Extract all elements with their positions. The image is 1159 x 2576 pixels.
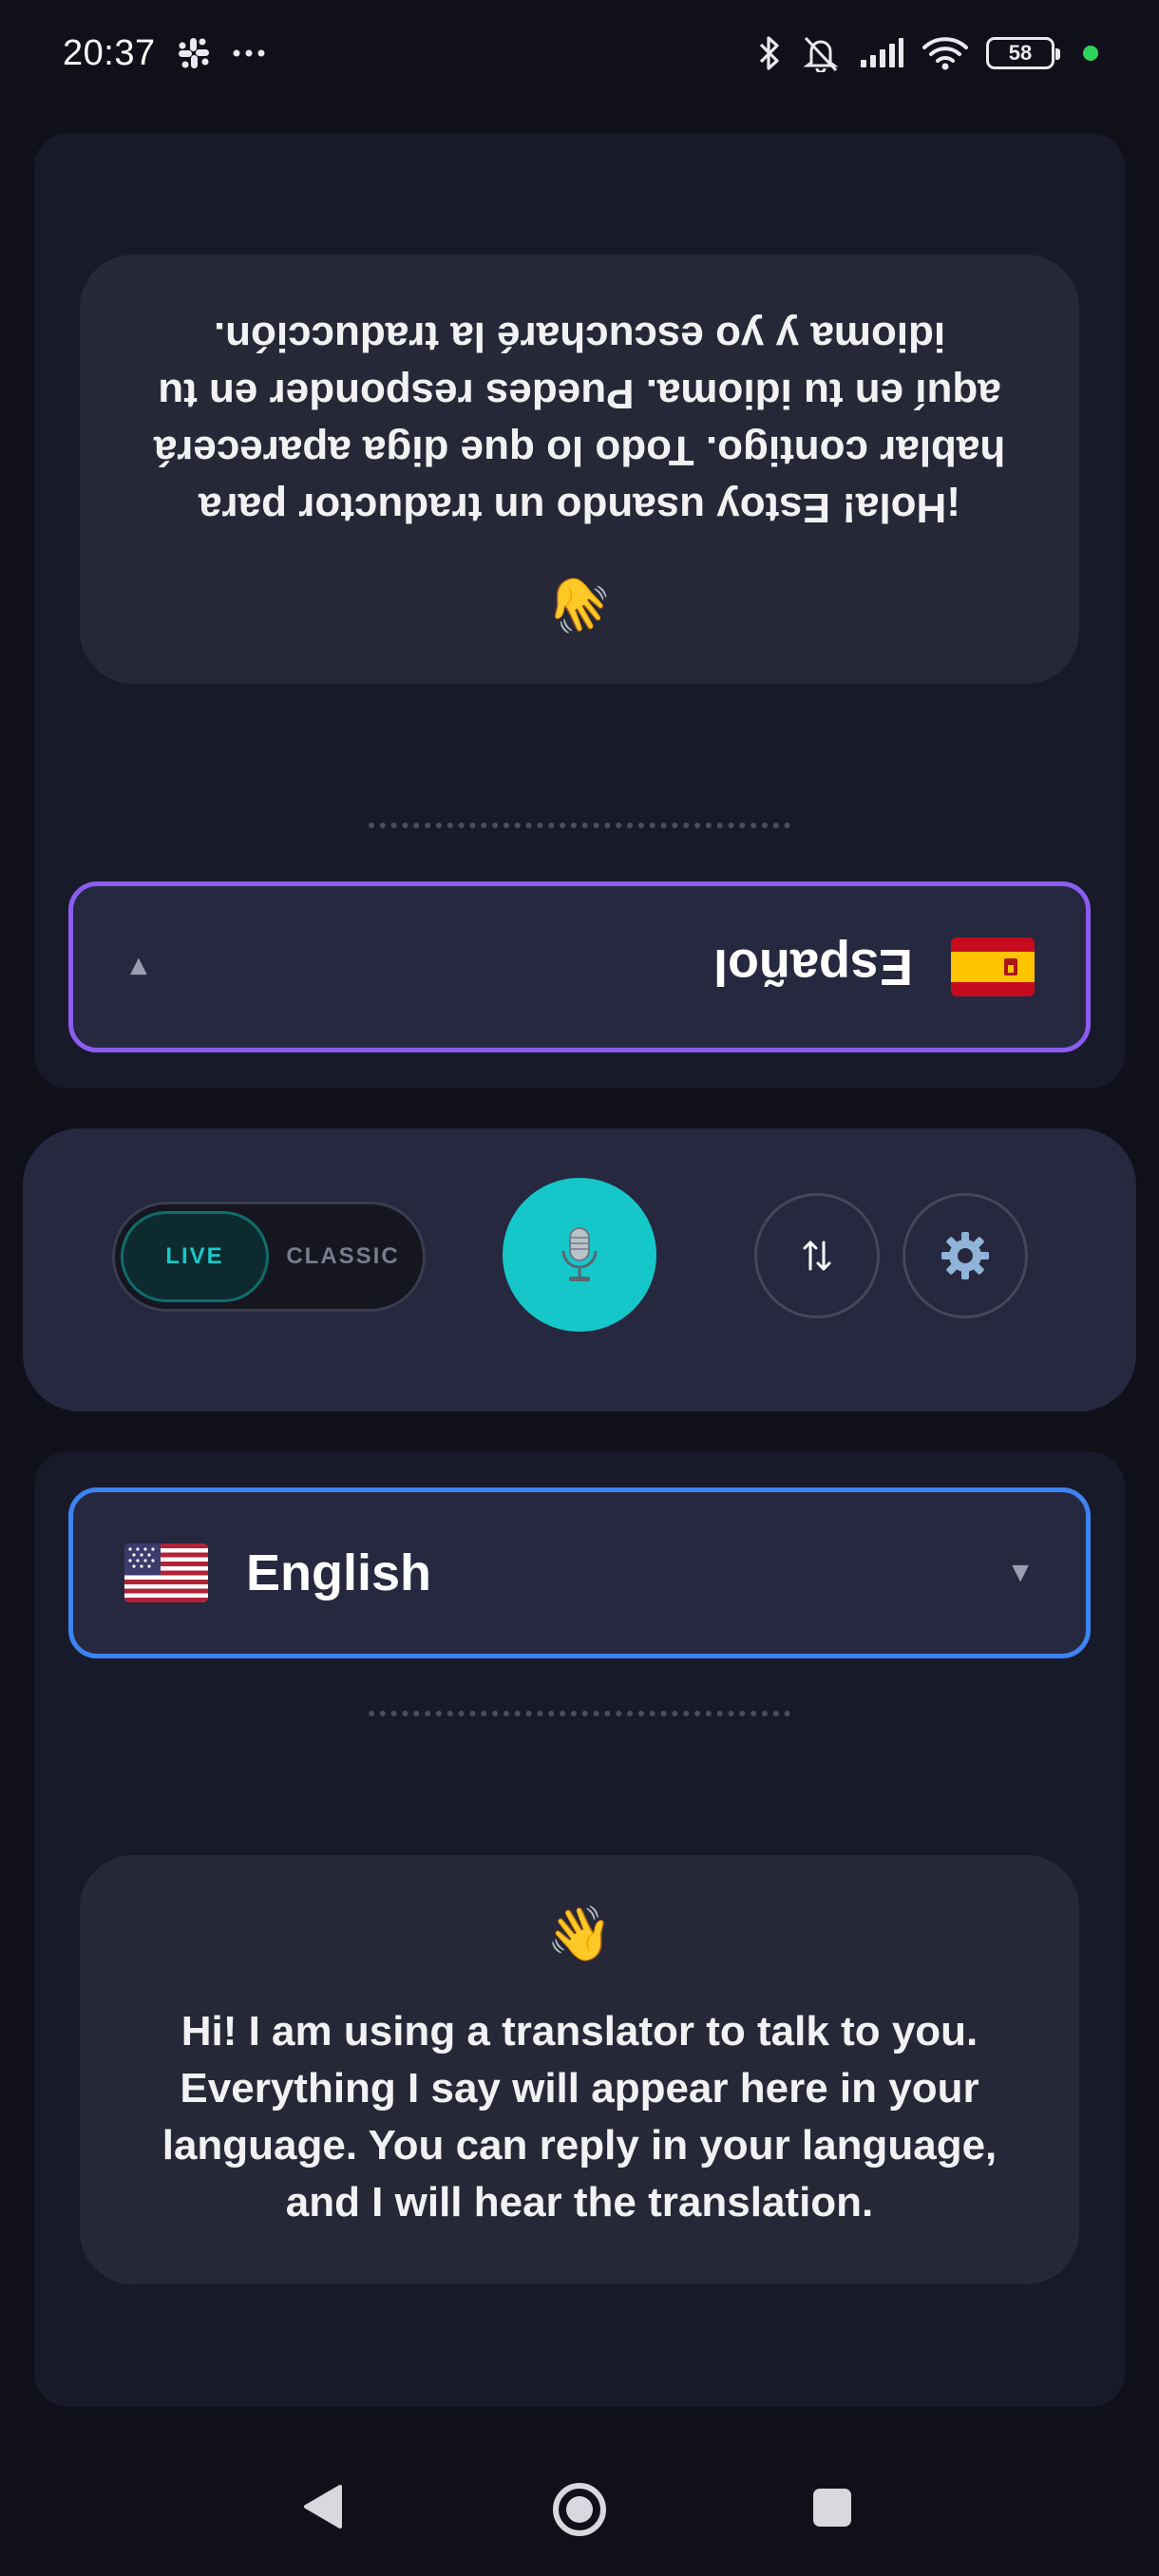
status-left: 20:37 [63,33,266,74]
home-icon[interactable] [551,2481,608,2543]
more-dots-icon [232,48,266,58]
settings-button[interactable] [902,1193,1028,1318]
us-flag-icon [124,1544,208,1602]
recent-apps-icon[interactable] [811,2487,853,2533]
chevron-down-icon: ▼ [1006,1557,1035,1588]
bell-muted-icon [800,34,842,72]
top-language-name: Español [712,938,913,995]
swap-arrows-icon [803,1241,831,1271]
status-time: 20:37 [63,32,156,73]
spain-flag-icon [951,938,1035,996]
back-icon[interactable] [302,2483,344,2535]
drag-handle[interactable] [369,823,790,828]
microphone-icon [561,1227,598,1281]
mode-toggle[interactable]: LIVE CLASSIC [112,1202,426,1312]
wave-hand-icon: 👋 [546,1904,613,1965]
navigation-bar [0,2432,1159,2576]
microphone-button[interactable] [503,1178,656,1332]
bluetooth-icon [756,34,783,72]
mode-live-option[interactable]: LIVE [121,1211,269,1302]
signal-icon [859,37,904,69]
bottom-speaker-panel: English ▼ 👋 Hi! I am using a translator … [34,1451,1125,2407]
bottom-language-selector[interactable]: English ▼ [68,1487,1091,1658]
swap-languages-button[interactable] [754,1193,880,1318]
active-dot-icon [1083,46,1098,61]
gear-icon [941,1232,989,1279]
drag-handle[interactable] [369,1711,790,1716]
top-message-text: ¡Hola! Estoy usando un traductor para ha… [153,313,1006,531]
top-language-selector[interactable]: Español ▼ [68,881,1091,1052]
wave-hand-icon: 👋 [546,574,613,635]
bottom-message-text: Hi! I am using a translator to talk to y… [162,2008,998,2226]
mode-classic-option[interactable]: CLASSIC [269,1243,417,1270]
top-message-bubble: 👋 ¡Hola! Estoy usando un traductor para … [80,255,1079,684]
status-bar: 20:37 58 [0,0,1159,106]
bottom-language-name: English [246,1544,432,1601]
chevron-down-icon: ▼ [124,952,153,983]
wifi-icon [922,35,969,71]
slack-icon [177,36,211,70]
bottom-message-bubble: 👋 Hi! I am using a translator to talk to… [80,1855,1079,2284]
battery-icon: 58 [986,37,1060,69]
controls-bar: LIVE CLASSIC [23,1128,1136,1411]
status-right: 58 [756,34,1098,72]
top-speaker-panel: 👋 ¡Hola! Estoy usando un traductor para … [34,133,1125,1089]
